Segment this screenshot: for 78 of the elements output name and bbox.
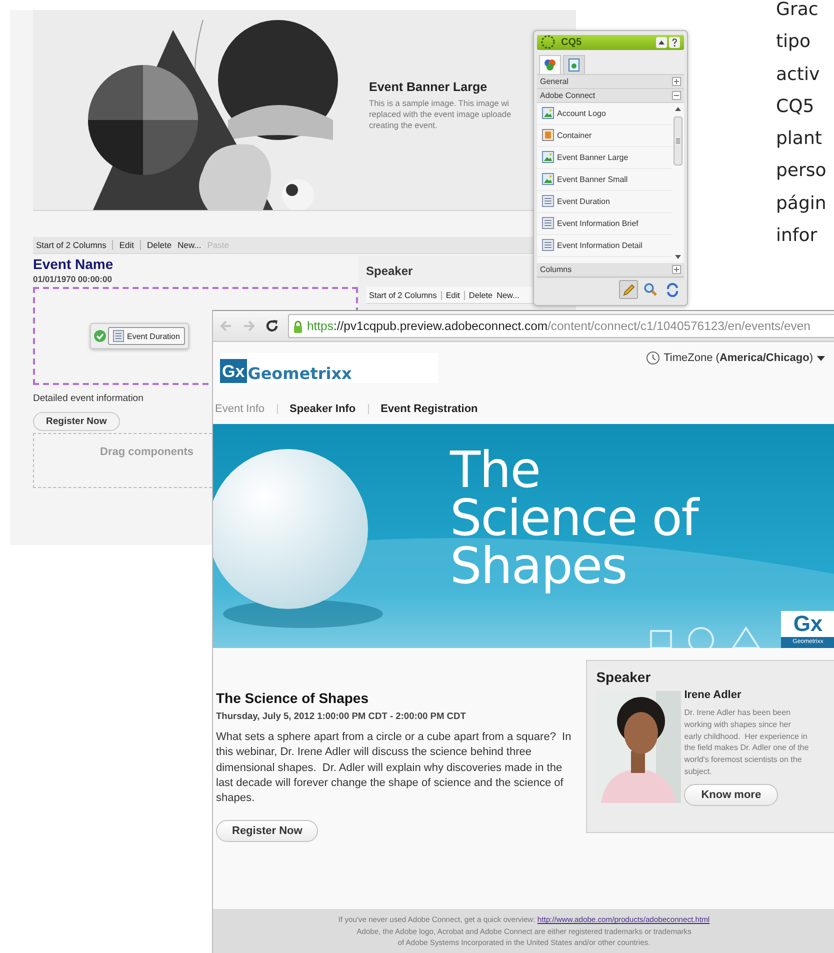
- toolbar-button[interactable]: Edit: [119, 240, 142, 250]
- component-item[interactable]: Event Information Detail: [537, 234, 672, 257]
- collapse-icon: [656, 36, 667, 48]
- page-icon: [567, 58, 581, 72]
- banner-title: Event Banner Large: [369, 80, 488, 94]
- speaker-name: Irene Adler: [684, 689, 742, 701]
- component-item[interactable]: Event Banner Small: [537, 168, 672, 191]
- event-date: Thursday, July 5, 2012 1:00:00 PM CDT - 2:00:00 PM CDT: [216, 711, 466, 721]
- nav-link[interactable]: Speaker Info: [290, 403, 356, 415]
- component-item[interactable]: Event Information Brief: [537, 212, 672, 235]
- refresh-icon: [665, 282, 680, 298]
- container-icon: [542, 129, 554, 142]
- toolbar-button[interactable]: Edit: [446, 290, 465, 300]
- lock-icon: [293, 320, 303, 332]
- expand-icon: [672, 264, 681, 274]
- hero-title: Science of: [450, 494, 698, 542]
- help-icon: [669, 36, 680, 48]
- timezone-selector[interactable]: TimeZone (America/Chicago): [646, 351, 825, 365]
- sidekick-tab[interactable]: [563, 54, 585, 74]
- speaker-heading: Speaker: [596, 669, 652, 685]
- event-information-text: Detailed event information: [33, 393, 144, 404]
- event-title: The Science of Shapes: [216, 690, 368, 706]
- image-icon: [542, 151, 554, 164]
- text-component-icon: [113, 330, 124, 342]
- sidekick-title: CQ5: [561, 36, 583, 48]
- component-item[interactable]: Account Logo: [537, 102, 672, 125]
- sidekick-tab[interactable]: [539, 54, 561, 74]
- accordion-header[interactable]: General: [537, 74, 684, 89]
- component-item[interactable]: Event Banner Large: [537, 146, 672, 169]
- text-component-icon: [542, 239, 554, 252]
- drop-zone-hint: Drag components: [100, 446, 194, 458]
- components-icon: [543, 58, 557, 72]
- know-more-button[interactable]: Know more: [684, 784, 778, 806]
- banner-description: This is a sample image. This image wi: [369, 98, 510, 109]
- toolbar-button[interactable]: New...: [178, 240, 202, 250]
- image-icon: [542, 107, 554, 120]
- event-name: Event Name: [33, 256, 114, 272]
- expand-icon: [672, 76, 681, 86]
- speaker-heading: Speaker: [366, 264, 413, 278]
- edit-button[interactable]: [619, 280, 638, 300]
- event-date: 01/01/1970 00:00:00: [33, 274, 112, 284]
- address-bar[interactable]: https://pv1cqpub.preview.adobeconnect.com/content/connect/c1/1040576123/en/events/even: [288, 314, 834, 338]
- component-item[interactable]: Container: [537, 124, 672, 147]
- paragraph-text: CQ5: [776, 94, 816, 119]
- paragraph-text: págin: [776, 192, 828, 216]
- text-component-icon: [542, 195, 554, 208]
- nav-link[interactable]: Event Registration: [380, 403, 478, 415]
- paragraph-text: activ: [776, 62, 821, 87]
- speaker-bio: Dr. Irene Adler has been been working with shapes since her early childhood. Her experience in the field makes Dr. Adler one of the world's foremost scientists on the subject.: [684, 707, 810, 778]
- paragraph-text: Grac: [776, 0, 820, 22]
- toolbar-button[interactable]: Start of 2 Columns: [36, 240, 114, 250]
- paragraph-text: tipo: [776, 30, 812, 54]
- register-button[interactable]: Register Now: [33, 412, 120, 431]
- collapse-icon: [672, 90, 681, 100]
- magnifier-icon: [643, 282, 658, 298]
- hero-title: The: [450, 446, 540, 494]
- component-button[interactable]: Event Duration: [108, 327, 185, 345]
- accordion-header[interactable]: Columns: [537, 262, 684, 278]
- reload-icon: [265, 319, 279, 333]
- toolbar-button[interactable]: Delete: [468, 290, 493, 300]
- event-description: What sets a sphere apart from a circle or a cube apart from a square? In this webinar, Dr. Irene Adler will discuss the science behind three dimensional shapes. Dr. Adler will explain why discoveries made in the last decade will forever change the shape of science and the science of shapes.: [216, 730, 572, 806]
- pencil-icon: [621, 282, 636, 298]
- site-logo[interactable]: Gx Geometrixx: [220, 353, 438, 383]
- accordion-header[interactable]: Adobe Connect: [537, 88, 684, 103]
- paragraph-text: plant: [776, 127, 823, 152]
- text-component-icon: [542, 217, 554, 230]
- image-icon: [542, 173, 554, 186]
- toolbar-button[interactable]: Start of 2 Columns: [369, 290, 442, 300]
- paragraph-text: perso: [776, 159, 828, 184]
- banner-description: replaced with the event image uploade: [369, 109, 512, 120]
- paragraph-text: infor: [776, 224, 818, 248]
- component-item[interactable]: Event Duration: [537, 190, 672, 213]
- caret-icon: [817, 356, 825, 360]
- clock-icon: [646, 351, 660, 365]
- banner-description: creating the event.: [369, 120, 438, 131]
- toolbar-button[interactable]: New...: [496, 290, 520, 300]
- register-button[interactable]: Register Now: [216, 820, 318, 842]
- toolbar-button[interactable]: Delete: [147, 240, 172, 250]
